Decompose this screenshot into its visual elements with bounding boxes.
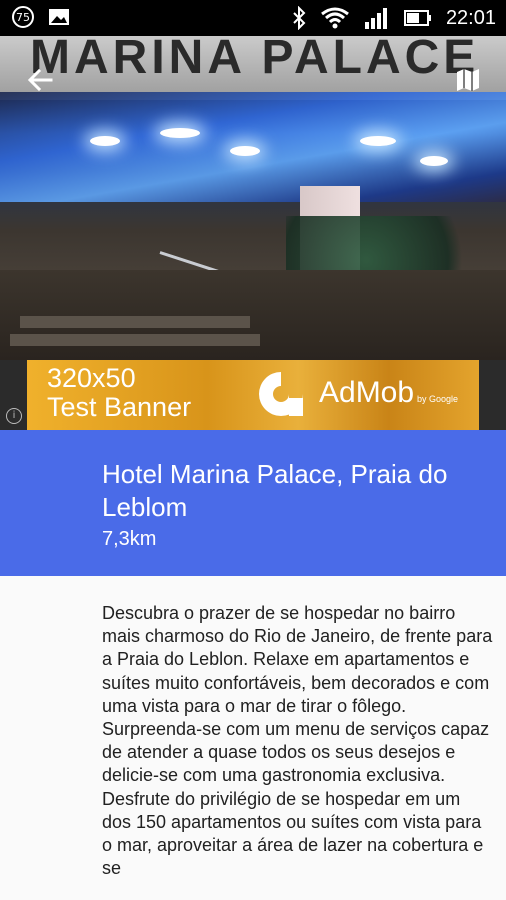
ceiling-light xyxy=(360,136,396,146)
status-time: 22:01 xyxy=(445,6,496,29)
ad-banner[interactable]: i 320x50 Test Banner AdMob by Google xyxy=(0,360,506,430)
hotel-sign-text: MARINA PALACE xyxy=(30,36,480,84)
hotel-description: Descubra o prazer de se hospedar no bair… xyxy=(102,603,493,879)
ceiling-light xyxy=(160,128,200,138)
ceiling-light xyxy=(230,146,260,156)
ad-info-icon[interactable]: i xyxy=(6,408,22,424)
stair-step xyxy=(10,334,260,346)
stair-step xyxy=(20,316,250,328)
hotel-sign: MARINA PALACE xyxy=(0,36,506,100)
ad-text: 320x50 Test Banner xyxy=(47,364,191,422)
back-button[interactable] xyxy=(20,60,60,100)
bluetooth-icon xyxy=(293,6,306,30)
wifi-icon xyxy=(321,7,349,29)
lobby-floor xyxy=(0,270,506,360)
ad-test-label: Test Banner xyxy=(47,392,192,422)
image-icon xyxy=(49,9,69,25)
ad-banner-content[interactable]: 320x50 Test Banner AdMob by Google xyxy=(27,360,479,430)
signal-icon xyxy=(364,8,387,29)
hotel-distance: 7,3km xyxy=(102,528,157,550)
map-button[interactable] xyxy=(448,60,488,100)
hotel-header: Hotel Marina Palace, Praia do Leblom 7,3… xyxy=(0,430,506,576)
admob-logo-icon xyxy=(259,372,303,416)
hotel-name: Hotel Marina Palace, Praia do Leblom xyxy=(102,459,448,522)
arrow-back-icon xyxy=(27,68,53,92)
ad-size-label: 320x50 xyxy=(47,363,136,393)
notification-badge-icon: 75 xyxy=(12,6,34,28)
hotel-photo: MARINA PALACE xyxy=(0,36,506,360)
battery-icon xyxy=(403,10,431,26)
status-bar: 75 22:01 xyxy=(0,0,506,36)
admob-brand: AdMob xyxy=(319,376,415,409)
ceiling-light xyxy=(90,136,120,146)
ceiling-light xyxy=(420,156,448,166)
admob-by-google: by Google xyxy=(417,394,459,404)
map-icon xyxy=(457,69,479,91)
